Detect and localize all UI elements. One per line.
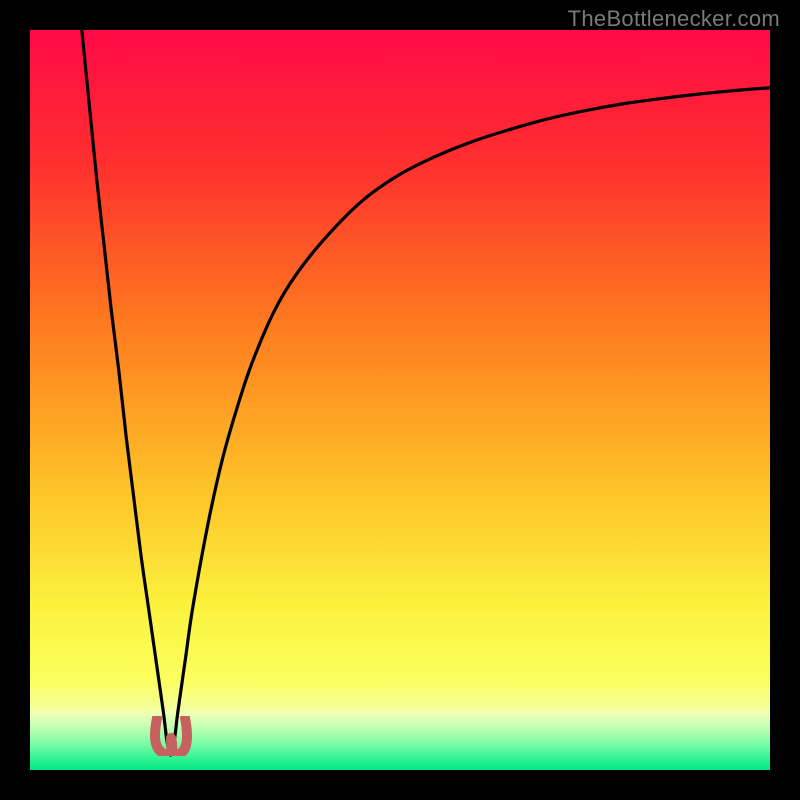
chart-frame: TheBottlenecker.com xyxy=(0,0,800,800)
watermark-text: TheBottlenecker.com xyxy=(568,6,780,32)
plot-area xyxy=(30,30,770,770)
optimum-marker xyxy=(149,716,193,756)
bottleneck-curve xyxy=(30,30,770,770)
